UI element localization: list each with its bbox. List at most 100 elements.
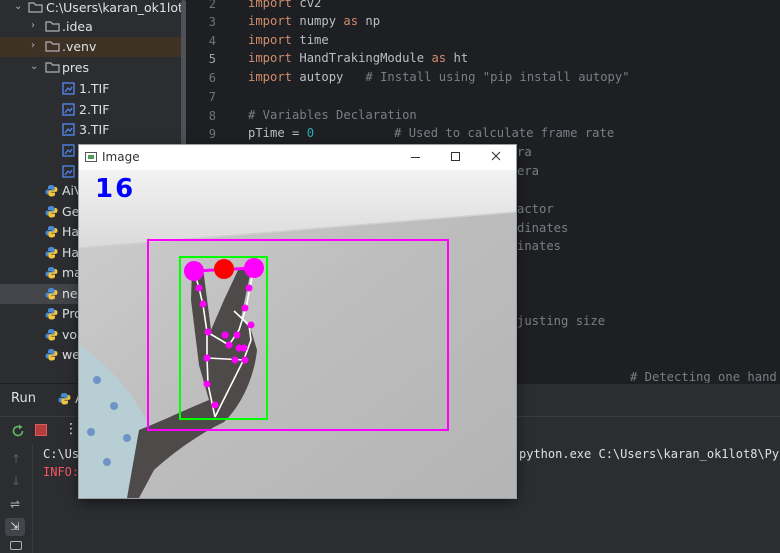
python-file-icon	[45, 287, 58, 300]
tree-item-pres[interactable]: ⌄ pres	[0, 58, 186, 78]
code-keyword: as	[343, 14, 359, 28]
image-window-titlebar[interactable]: Image	[79, 145, 516, 170]
code-comment-fragment: ra	[517, 145, 532, 159]
python-file-icon	[45, 307, 58, 320]
maximize-icon[interactable]	[446, 150, 466, 164]
python-file-icon	[45, 266, 58, 279]
line-number: 6	[208, 71, 216, 85]
arrow-up-icon[interactable]: ↑	[11, 452, 21, 466]
code-keyword: import	[248, 14, 293, 28]
tree-item-label: 1.TIF	[79, 81, 110, 96]
code-keyword: as	[431, 51, 447, 65]
python-file-icon	[58, 392, 71, 405]
code-text: cv2	[292, 0, 322, 10]
image-window-title: Image	[102, 150, 140, 164]
line-number: 5	[208, 52, 216, 66]
chevron-right-icon[interactable]: ›	[31, 20, 35, 31]
line-number: 9	[208, 127, 216, 141]
python-file-icon	[45, 246, 58, 259]
minimize-icon[interactable]	[405, 150, 425, 164]
rerun-icon[interactable]	[11, 423, 25, 437]
code-keyword: import	[248, 51, 293, 65]
python-file-icon	[45, 184, 58, 197]
code-comment-fragment: inates	[517, 239, 562, 253]
code-line: import HandTrakingModule as ht	[248, 51, 468, 65]
folder-icon	[45, 21, 60, 32]
camera-feed: 16	[79, 170, 516, 498]
line-number: 3	[208, 15, 216, 29]
tree-item-idea[interactable]: › .idea	[0, 17, 186, 37]
tree-root[interactable]: ⌄ C:\Users\karan_ok1lot8\	[0, 0, 186, 18]
python-file-icon	[45, 328, 58, 341]
folder-icon	[45, 62, 60, 73]
tree-item-file[interactable]: 2.TIF	[0, 100, 186, 120]
code-text: np	[358, 14, 381, 28]
tree-item-file[interactable]: 1.TIF	[0, 79, 186, 99]
tree-item-label: 2.TIF	[79, 102, 110, 117]
code-comment-fragment: dinates	[517, 221, 569, 235]
python-file-icon	[45, 348, 58, 361]
code-line: import cv2	[248, 0, 321, 10]
print-icon[interactable]	[10, 541, 22, 550]
code-comment: # Install using "pip install autopy"	[365, 70, 630, 84]
code-text: HandTrakingModule	[292, 51, 432, 65]
tree-item-label: .venv	[62, 39, 97, 54]
code-keyword: import	[248, 33, 293, 47]
fps-counter: 16	[95, 174, 136, 204]
tree-item-venv[interactable]: › .venv	[0, 37, 186, 57]
code-keyword: import	[248, 0, 293, 10]
line-number: 2	[208, 0, 216, 11]
code-comment-fragment: actor	[517, 202, 554, 216]
folder-icon	[45, 41, 60, 52]
image-file-icon	[62, 144, 75, 157]
console-line: INFO:	[43, 465, 80, 479]
line-number: 7	[208, 90, 216, 104]
line-number: 4	[208, 34, 216, 48]
close-icon[interactable]	[486, 148, 506, 166]
soft-wrap-icon[interactable]: ⇌	[10, 497, 20, 511]
tree-item-label: we	[62, 347, 80, 362]
code-text: time	[292, 33, 329, 47]
tree-item-file[interactable]: 3.TIF	[0, 120, 186, 140]
run-side-toolbar: ↑ ↓ ⇌ ⇲	[0, 444, 33, 553]
code-text: ht	[446, 51, 469, 65]
line-number: 8	[208, 109, 216, 123]
image-window[interactable]: Image 16	[79, 145, 516, 498]
code-text: pTime =	[248, 126, 307, 140]
image-file-icon	[62, 123, 75, 136]
tree-item-label: .idea	[62, 19, 93, 34]
code-comment-fragment: justing size	[517, 314, 606, 328]
code-comment-fragment: era	[517, 164, 540, 178]
code-line: pTime = 0 # Used to calculate frame rate	[248, 126, 614, 140]
console-line: python.exe C:\Users\karan_ok1lot8\Pych	[519, 447, 780, 461]
code-text: numpy	[292, 14, 344, 28]
image-file-icon	[62, 165, 75, 178]
code-line: import autopy # Install using "pip insta…	[248, 70, 630, 84]
tree-item-label: pres	[62, 60, 90, 75]
chevron-down-icon[interactable]: ⌄	[30, 61, 38, 72]
chevron-right-icon[interactable]: ›	[31, 40, 35, 51]
image-file-icon	[62, 82, 75, 95]
code-line: import time	[248, 33, 329, 47]
code-comment: # Used to calculate frame rate	[394, 126, 615, 140]
python-file-icon	[45, 205, 58, 218]
tree-root-label: C:\Users\karan_ok1lot8\	[46, 0, 186, 15]
code-comment-fragment: # Detecting one hand a	[630, 370, 780, 383]
arrow-down-icon[interactable]: ↓	[11, 474, 21, 488]
chevron-down-icon[interactable]: ⌄	[14, 1, 22, 12]
code-keyword: import	[248, 70, 293, 84]
run-panel-title: Run	[11, 391, 36, 406]
code-line: import numpy as np	[248, 14, 380, 28]
code-number: 0	[306, 126, 315, 140]
scroll-to-end-icon[interactable]: ⇲	[5, 518, 25, 536]
image-file-icon	[62, 103, 75, 116]
more-options-icon[interactable]: ⋮	[64, 421, 78, 437]
code-line: # Variables Declaration	[248, 108, 417, 122]
python-file-icon	[45, 225, 58, 238]
code-text: autopy	[292, 70, 366, 84]
tree-item-label: 3.TIF	[79, 122, 110, 137]
stop-icon[interactable]	[35, 424, 47, 436]
folder-icon	[28, 2, 43, 13]
tree-item-label: vol	[62, 327, 81, 342]
window-app-icon	[85, 152, 97, 162]
